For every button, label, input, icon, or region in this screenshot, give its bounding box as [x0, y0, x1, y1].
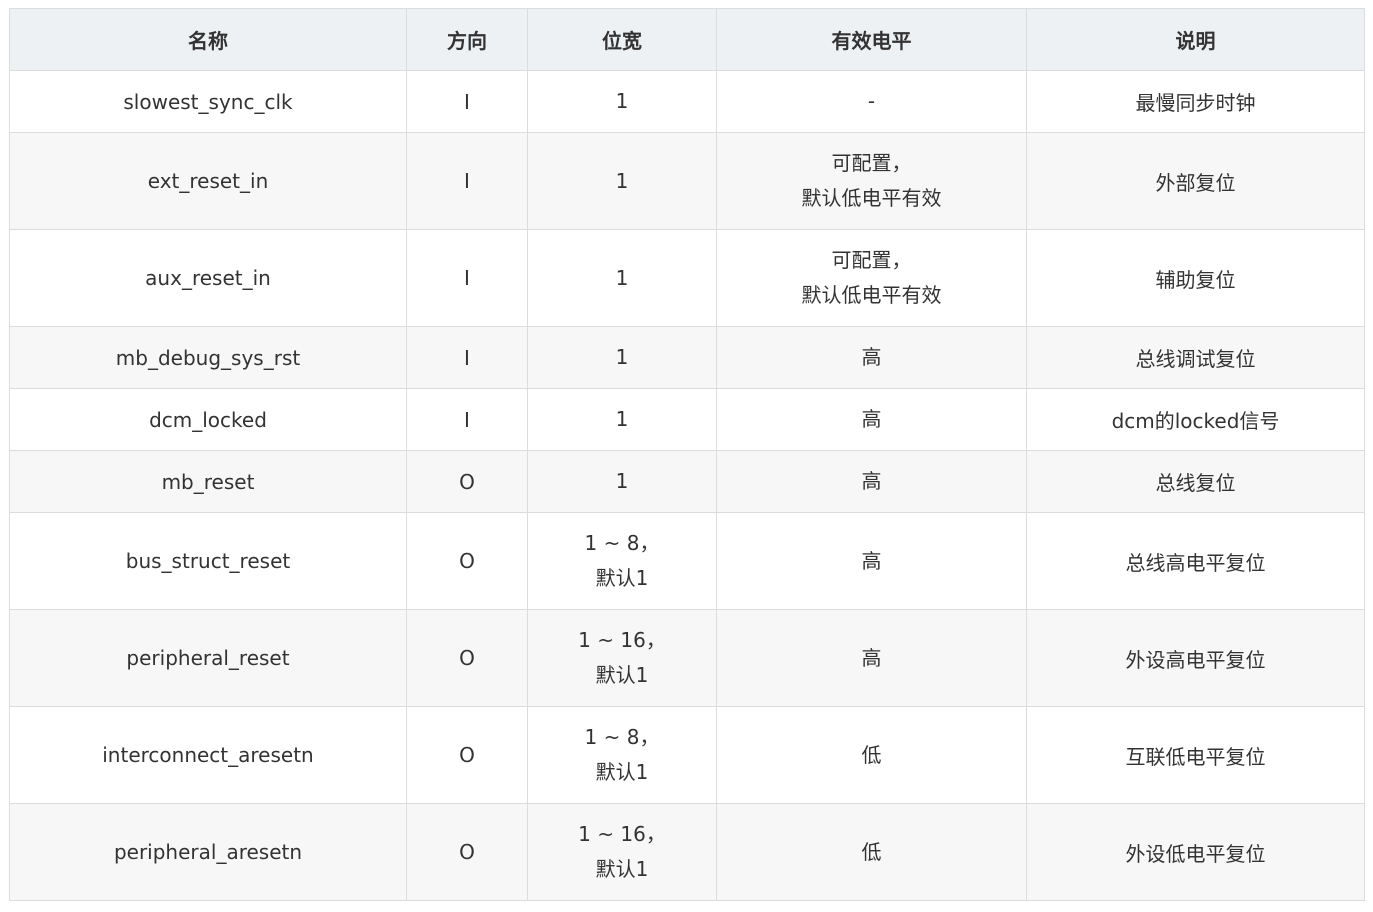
- cell-name: mb_reset: [9, 450, 407, 513]
- width-text: 1: [615, 89, 629, 113]
- width-text-line2: 默认1: [595, 857, 649, 881]
- width-text: 1: [615, 469, 629, 493]
- table-row: mb_debug_sys_rst I 1 高 总线调试复位: [9, 326, 1365, 389]
- cell-width: 1 ~ 16， 默认1: [527, 803, 717, 901]
- cell-active-level: 可配置， 默认低电平有效: [716, 132, 1027, 230]
- cell-active-level: 高: [716, 512, 1027, 610]
- level-text-line2: 默认低电平有效: [801, 186, 942, 210]
- table-row: ext_reset_in I 1 可配置， 默认低电平有效 外部复位: [9, 132, 1365, 230]
- cell-active-level: 低: [716, 706, 1027, 804]
- cell-width: 1: [527, 450, 717, 513]
- cell-active-level: -: [716, 70, 1027, 133]
- watermark: [900, 0, 1090, 4]
- width-text-line2: 默认1: [595, 760, 649, 784]
- cell-active-level: 高: [716, 609, 1027, 707]
- table-row: peripheral_reset O 1 ~ 16， 默认1 高 外设高电平复位: [9, 609, 1365, 707]
- cell-width: 1 ~ 16， 默认1: [527, 609, 717, 707]
- cell-width: 1: [527, 70, 717, 133]
- table-row: interconnect_aresetn O 1 ~ 8， 默认1 低 互联低电平…: [9, 706, 1365, 804]
- header-row: 名称 方向 位宽 有效电平 说明: [9, 8, 1365, 71]
- cell-active-level: 高: [716, 326, 1027, 389]
- cell-active-level: 可配置， 默认低电平有效: [716, 229, 1027, 327]
- cell-direction: O: [406, 512, 528, 610]
- table-row: slowest_sync_clk I 1 - 最慢同步时钟: [9, 70, 1365, 133]
- cell-name: peripheral_aresetn: [9, 803, 407, 901]
- width-text: 1: [615, 407, 629, 431]
- cell-name: slowest_sync_clk: [9, 70, 407, 133]
- header-description: 说明: [1026, 8, 1365, 71]
- cell-description: 总线高电平复位: [1026, 512, 1365, 610]
- level-text: -: [867, 89, 876, 113]
- cell-description: 外部复位: [1026, 132, 1365, 230]
- cell-name: interconnect_aresetn: [9, 706, 407, 804]
- cell-description: 总线复位: [1026, 450, 1365, 513]
- cell-direction: I: [406, 132, 528, 230]
- cell-name: aux_reset_in: [9, 229, 407, 327]
- cell-direction: O: [406, 803, 528, 901]
- level-text: 高: [861, 645, 882, 670]
- width-text-line2: 默认1: [595, 566, 649, 590]
- cell-direction: I: [406, 70, 528, 133]
- level-text-line1: 可配置，: [831, 248, 912, 272]
- table-body: slowest_sync_clk I 1 - 最慢同步时钟 ext_reset_…: [9, 70, 1365, 901]
- cell-description: 互联低电平复位: [1026, 706, 1365, 804]
- level-text: 高: [861, 548, 882, 573]
- cell-direction: I: [406, 326, 528, 389]
- width-text-line1: 1 ~ 16，: [578, 822, 666, 846]
- cell-width: 1 ~ 8， 默认1: [527, 512, 717, 610]
- table-row: mb_reset O 1 高 总线复位: [9, 450, 1365, 513]
- cell-name: dcm_locked: [9, 388, 407, 451]
- cell-description: 总线调试复位: [1026, 326, 1365, 389]
- width-text: 1: [615, 345, 629, 369]
- cell-description: dcm的locked信号: [1026, 388, 1365, 451]
- table-row: peripheral_aresetn O 1 ~ 16， 默认1 低 外设低电平复…: [9, 803, 1365, 901]
- cell-active-level: 高: [716, 388, 1027, 451]
- cell-direction: I: [406, 388, 528, 451]
- header-width: 位宽: [527, 8, 717, 71]
- header-direction: 方向: [406, 8, 528, 71]
- width-text-line1: 1 ~ 8，: [584, 531, 660, 555]
- table-row: aux_reset_in I 1 可配置， 默认低电平有效 辅助复位: [9, 229, 1365, 327]
- width-text-line1: 1 ~ 8，: [584, 725, 660, 749]
- table-header: 名称 方向 位宽 有效电平 说明: [9, 8, 1365, 71]
- header-name: 名称: [9, 8, 407, 71]
- level-text: 高: [861, 407, 882, 431]
- table-row: bus_struct_reset O 1 ~ 8， 默认1 高 总线高电平复位: [9, 512, 1365, 610]
- cell-name: mb_debug_sys_rst: [9, 326, 407, 389]
- cell-active-level: 高: [716, 450, 1027, 513]
- cell-name: ext_reset_in: [9, 132, 407, 230]
- level-text: 高: [861, 469, 882, 493]
- cell-description: 外设低电平复位: [1026, 803, 1365, 901]
- cell-name: peripheral_reset: [9, 609, 407, 707]
- width-text: 1: [615, 168, 629, 193]
- width-text-line2: 默认1: [595, 663, 649, 687]
- level-text-line2: 默认低电平有效: [801, 283, 942, 307]
- level-text: 高: [861, 345, 882, 369]
- cell-width: 1: [527, 229, 717, 327]
- cell-direction: I: [406, 229, 528, 327]
- cell-direction: O: [406, 706, 528, 804]
- cell-description: 辅助复位: [1026, 229, 1365, 327]
- cell-width: 1: [527, 388, 717, 451]
- cell-description: 最慢同步时钟: [1026, 70, 1365, 133]
- cell-width: 1 ~ 8， 默认1: [527, 706, 717, 804]
- cell-direction: O: [406, 450, 528, 513]
- cell-width: 1: [527, 326, 717, 389]
- width-text: 1: [615, 265, 629, 290]
- cell-width: 1: [527, 132, 717, 230]
- width-text-line1: 1 ~ 16，: [578, 628, 666, 652]
- header-active-level: 有效电平: [716, 8, 1027, 71]
- level-text-line1: 可配置，: [831, 151, 912, 175]
- cell-active-level: 低: [716, 803, 1027, 901]
- level-text: 低: [861, 839, 882, 864]
- cell-direction: O: [406, 609, 528, 707]
- signal-table: 名称 方向 位宽 有效电平 说明 slowest_sync_clk I 1 - …: [9, 8, 1365, 901]
- cell-description: 外设高电平复位: [1026, 609, 1365, 707]
- table-row: dcm_locked I 1 高 dcm的locked信号: [9, 388, 1365, 451]
- level-text: 低: [861, 742, 882, 767]
- cell-name: bus_struct_reset: [9, 512, 407, 610]
